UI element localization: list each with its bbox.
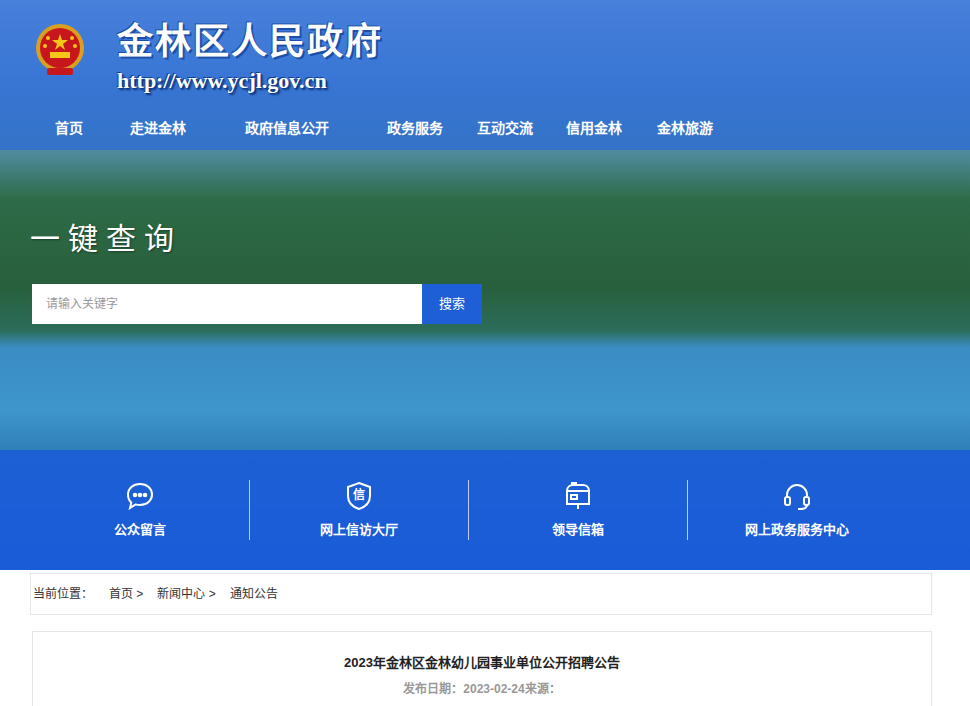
- quick-link-label[interactable]: 网上政务服务中心: [745, 522, 849, 538]
- breadcrumb-item[interactable]: 通知公告: [230, 585, 278, 603]
- site-header: 金林区人民政府 http://www.ycjl.gov.cn 首页走进金林政府信息公…: [0, 0, 970, 150]
- nav-item[interactable]: 首页: [55, 118, 130, 139]
- nav-item[interactable]: 金林旅游: [657, 118, 737, 139]
- nav-item[interactable]: 互动交流: [477, 118, 566, 139]
- site-url[interactable]: http://www.ycjl.gov.cn: [117, 68, 383, 94]
- search-hero: 一键查询搜索: [0, 150, 970, 450]
- article-panel: 2023年金林区金林幼儿园事业单位公开招聘公告发布日期：2023-02-24来源…: [32, 631, 932, 706]
- breadcrumb-item[interactable]: 新闻中心 >: [157, 585, 215, 603]
- brand: 金林区人民政府 http://www.ycjl.gov.cn: [0, 0, 970, 110]
- quick-link-label[interactable]: 网上信访大厅: [320, 522, 398, 538]
- header-photo: 金林区人民政府 http://www.ycjl.gov.cn 首页走进金林政府信息公…: [0, 0, 970, 570]
- site-title: 金林区人民政府: [117, 20, 383, 64]
- breadcrumb: 当前位置： 首页 > 新闻中心 > 通知公告: [30, 573, 932, 615]
- nav-item[interactable]: 走进金林: [130, 118, 245, 139]
- quick-link[interactable]: 网上政务服务中心: [687, 480, 906, 540]
- brand-text: 金林区人民政府 http://www.ycjl.gov.cn: [117, 20, 383, 94]
- nav-item[interactable]: 政务服务: [387, 118, 477, 139]
- quick-link-label[interactable]: 公众留言: [114, 522, 166, 538]
- headset-icon: [781, 480, 813, 512]
- quick-link[interactable]: 领导信箱: [468, 480, 687, 540]
- quick-link[interactable]: 公众留言: [30, 480, 249, 540]
- article-meta: 发布日期：2023-02-24来源：: [403, 681, 560, 697]
- national-emblem-icon: [33, 22, 87, 78]
- article-title: 2023年金林区金林幼儿园事业单位公开招聘公告: [344, 654, 620, 672]
- quick-link-label[interactable]: 领导信箱: [552, 522, 604, 538]
- search-heading: 一键查询: [30, 222, 970, 256]
- quick-links: 公众留言信网上信访大厅领导信箱网上政务服务中心: [0, 450, 970, 570]
- search-input[interactable]: [32, 284, 422, 324]
- main-nav: 首页走进金林政府信息公开政务服务互动交流信用金林金林旅游: [0, 110, 970, 146]
- mailbox-icon: [562, 480, 594, 512]
- quick-link[interactable]: 信网上信访大厅: [249, 480, 468, 540]
- petition-badge-icon: 信: [343, 480, 375, 512]
- nav-item[interactable]: 政府信息公开: [245, 118, 387, 139]
- search-button[interactable]: 搜索: [422, 284, 482, 324]
- petition-icon-text: 信: [343, 480, 375, 512]
- breadcrumb-label: 当前位置：: [33, 585, 93, 603]
- search-bar: 搜索: [32, 284, 482, 324]
- nav-item[interactable]: 信用金林: [566, 118, 657, 139]
- chat-bubble-icon: [124, 480, 156, 512]
- breadcrumb-item[interactable]: 首页 >: [109, 585, 143, 603]
